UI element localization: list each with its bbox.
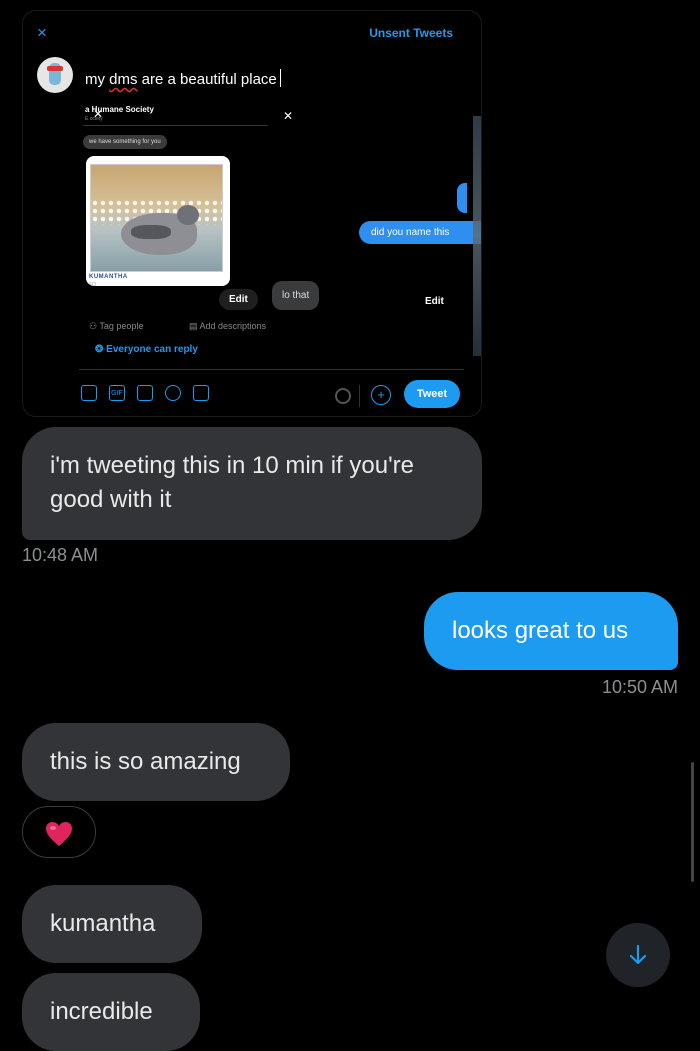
character-count-ring (335, 388, 351, 404)
heart-icon (46, 822, 72, 846)
photo-card: KUMANTHA FO (86, 156, 230, 286)
reply-settings: ❂ Everyone can reply (95, 344, 198, 355)
card-sublabel: FO (89, 282, 96, 286)
tweet-text-part: are a beautiful place (137, 71, 277, 88)
divider (79, 369, 464, 370)
card-label: KUMANTHA (89, 274, 128, 280)
add-descriptions: ▤ Add descriptions (189, 321, 267, 331)
globe-icon: ❂ (95, 344, 104, 355)
gif-icon: GIF (109, 385, 125, 401)
avatar (37, 57, 73, 93)
attachment-outgoing-bubble: did you name this (359, 221, 481, 244)
tweet-text: my dms are a beautiful place (85, 69, 281, 88)
attached-image: a Humane Society E ociety ✕ ✕ we have so… (83, 99, 303, 329)
image-icon (81, 385, 97, 401)
add-thread-button: + (371, 385, 391, 405)
reply-settings-label: Everyone can reply (106, 344, 198, 355)
close-icon: × (37, 23, 47, 42)
tag-people-label: Tag people (99, 321, 144, 331)
shared-screenshot[interactable]: × Unsent Tweets my dms are a beautiful p… (22, 10, 482, 417)
scroll-to-bottom-button[interactable] (606, 923, 670, 987)
unsent-tweets-link: Unsent Tweets (369, 26, 453, 40)
divider (83, 125, 268, 126)
close-icon: ✕ (93, 107, 104, 121)
scrollbar[interactable] (691, 762, 694, 882)
close-icon: ✕ (283, 109, 294, 123)
edit-button: Edit (425, 296, 444, 307)
attachment-message-bubble: we have something for you (83, 135, 167, 149)
pigeon-photo (90, 164, 223, 272)
attachment-outgoing-bubble (457, 183, 467, 213)
message-bubble-incoming[interactable]: i'm tweeting this in 10 min if you're go… (22, 427, 482, 540)
tweet-button: Tweet (404, 380, 460, 408)
misspelled-word: dms (109, 71, 138, 88)
tag-people: ⚇ Tag people (89, 321, 144, 331)
edit-button: Edit (219, 289, 258, 310)
schedule-icon (193, 385, 209, 401)
composer-toolbar: GIF (81, 385, 209, 401)
add-descriptions-label: Add descriptions (199, 321, 267, 331)
arrow-down-icon (629, 944, 647, 965)
message-bubble-incoming[interactable]: kumantha (22, 885, 202, 963)
poll-icon (137, 385, 153, 401)
text-caret (279, 69, 281, 87)
message-bubble-outgoing[interactable]: looks great to us (424, 592, 678, 670)
screenshot-edge (473, 116, 481, 356)
emoji-icon (165, 385, 181, 401)
message-bubble-incoming[interactable]: incredible (22, 973, 200, 1051)
message-bubble-incoming[interactable]: this is so amazing (22, 723, 290, 801)
message-timestamp: 10:48 AM (22, 545, 99, 565)
divider (359, 385, 360, 407)
message-timestamp: 10:50 AM (601, 677, 678, 697)
tweet-text-part: my (85, 71, 110, 88)
reaction-badge[interactable] (22, 806, 96, 858)
attachment-message-bubble: lo that (272, 281, 320, 310)
